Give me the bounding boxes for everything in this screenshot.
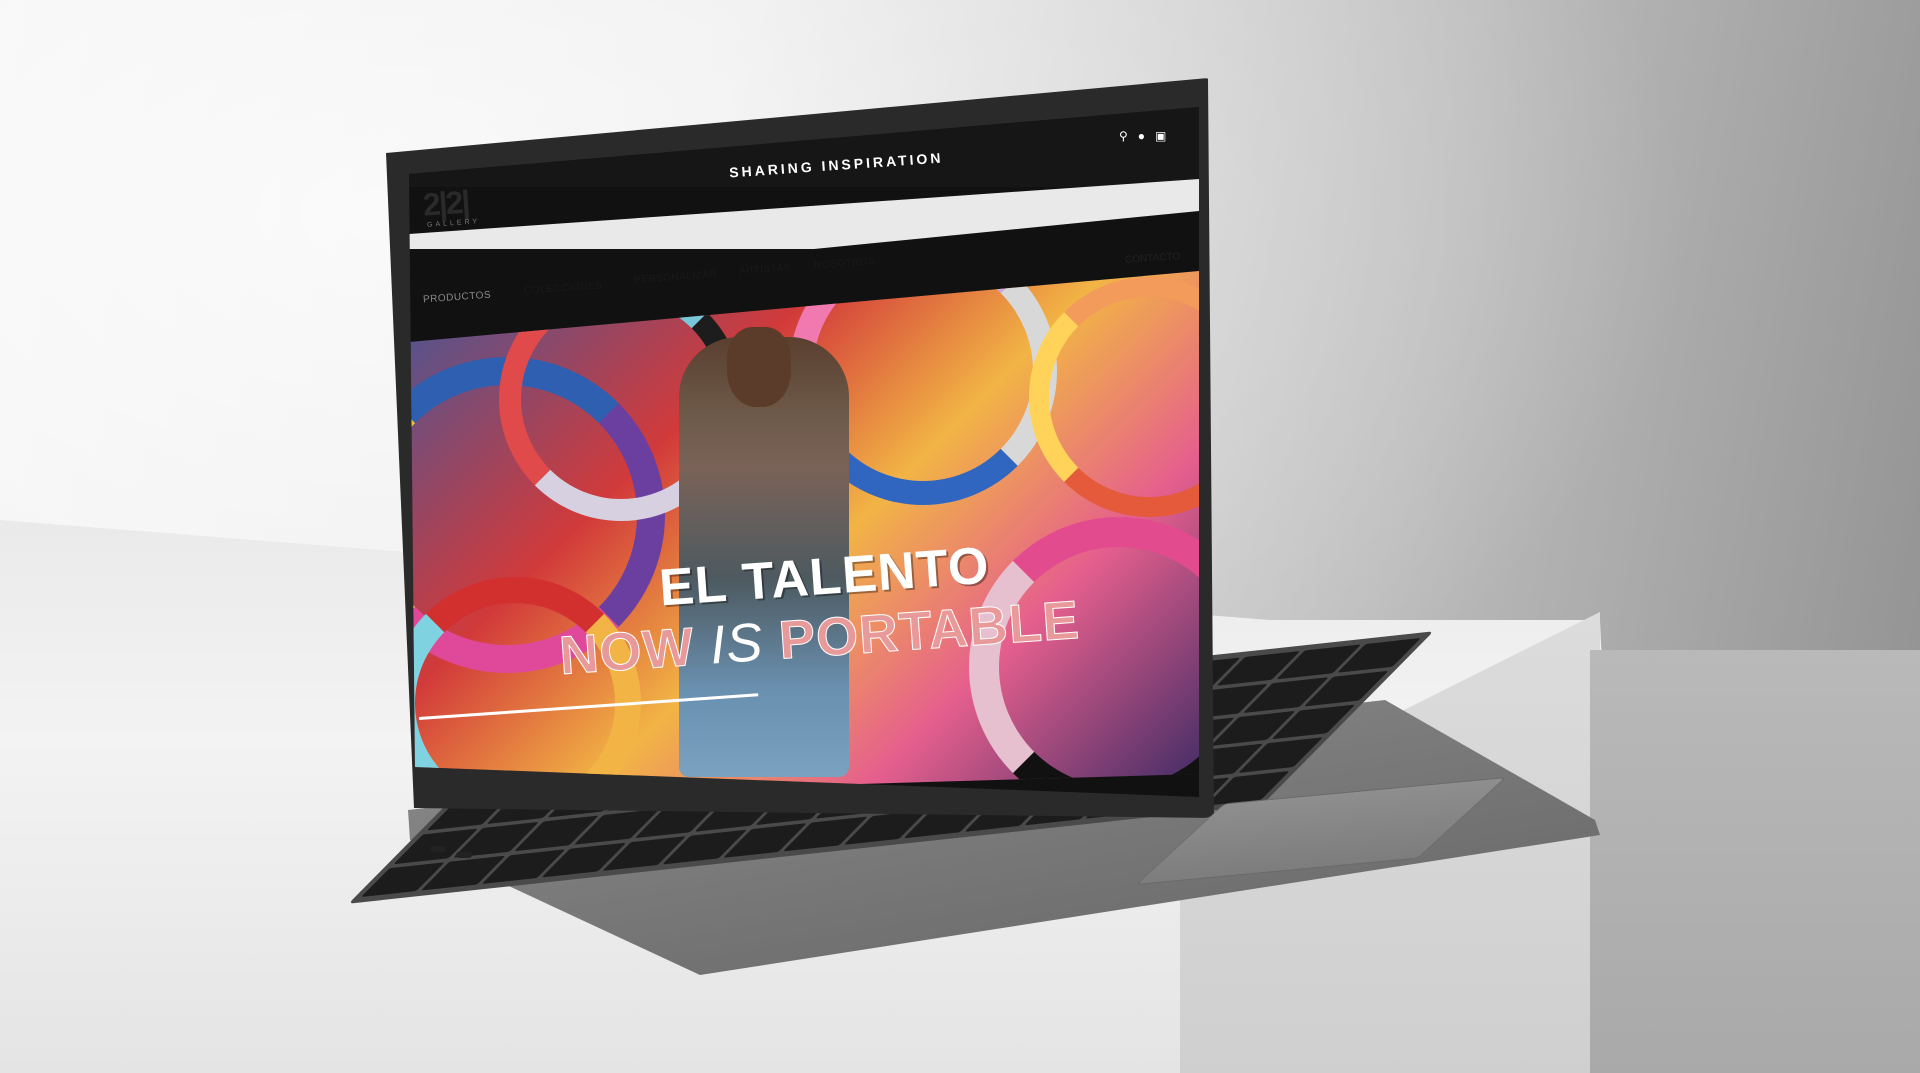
mural-shape (969, 517, 1199, 797)
site-tagline: SHARING INSPIRATION (728, 149, 944, 181)
nav-nosotros[interactable]: NOSOTROS (814, 256, 876, 271)
topbar-icons: ⚲ ● ▣ (1119, 130, 1166, 142)
nav-productos[interactable]: PRODUCTOS (423, 290, 492, 306)
user-icon[interactable]: ● (1138, 130, 1145, 142)
bag-icon[interactable]: ▣ (1155, 130, 1166, 142)
hero-word-now: NOW (557, 616, 697, 687)
mural-shape (1029, 277, 1199, 517)
nav-personalizar[interactable]: PERSONALIZAR (634, 269, 718, 286)
hero-banner[interactable]: EL TALENTO NOW IS PORTABLE (409, 271, 1199, 797)
main-navbar (409, 179, 1199, 249)
usb-port-1 (430, 846, 446, 852)
hero-word-is: IS (708, 612, 766, 676)
pedestal-side (1590, 650, 1920, 1073)
nav-colecciones[interactable]: COLECCIONES (524, 280, 603, 296)
laptop-screen: SHARING INSPIRATION ⚲ ● ▣ 2|2| GALLERY C… (409, 107, 1199, 797)
nav-artistas[interactable]: ARTISTAS (739, 262, 792, 277)
nav-contacto[interactable]: CONTACTO (1125, 251, 1181, 266)
search-icon[interactable]: ⚲ (1119, 130, 1128, 142)
model-head (727, 327, 791, 407)
usb-port-2 (456, 852, 472, 858)
